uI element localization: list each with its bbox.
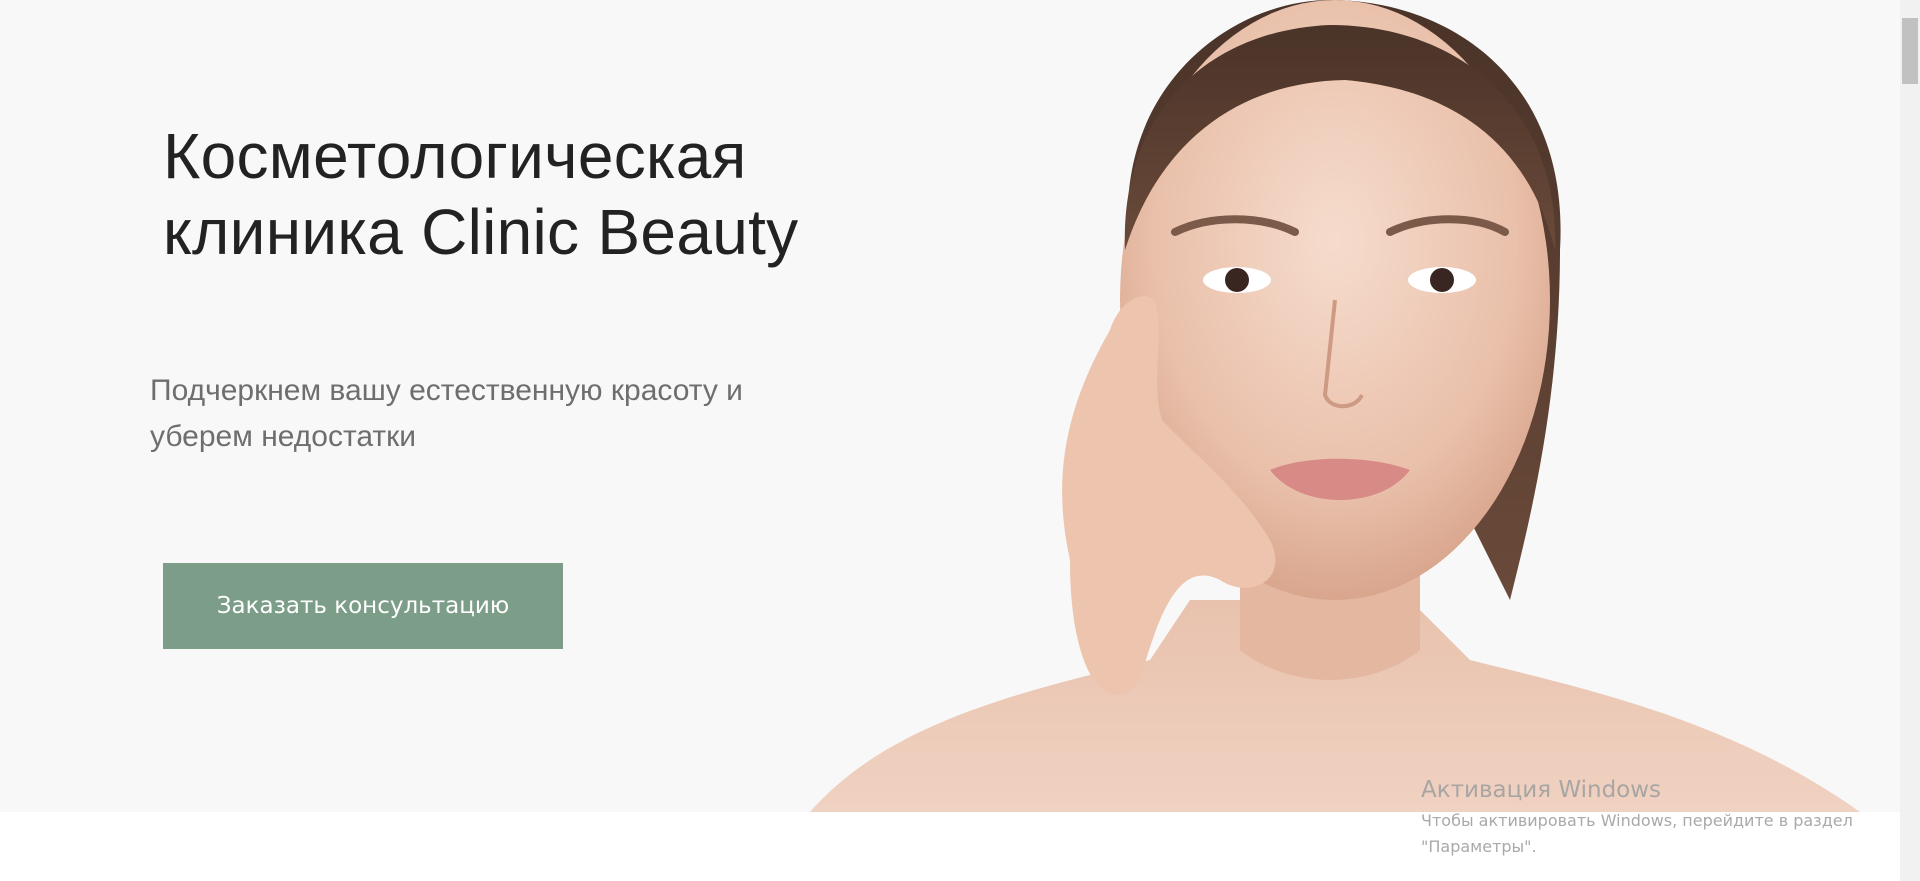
hero-portrait-image [770, 0, 1900, 812]
hero-subtitle: Подчеркнем вашу естественную красоту и у… [150, 368, 810, 460]
order-consultation-button[interactable]: Заказать консультацию [163, 563, 563, 649]
hero-title-line-1: Косметологическая [163, 120, 747, 192]
hero-subtitle-line-1: Подчеркнем вашу естественную красоту и [150, 374, 743, 407]
hero-title: Косметологическая клиника Clinic Beauty [163, 118, 863, 270]
hero-section: Косметологическая клиника Clinic Beauty … [0, 0, 1900, 812]
next-section [0, 812, 1900, 881]
order-consultation-label: Заказать консультацию [216, 593, 510, 619]
hero-title-line-2: клиника Clinic Beauty [163, 196, 799, 268]
scrollbar-thumb[interactable] [1902, 18, 1918, 84]
page: Косметологическая клиника Clinic Beauty … [0, 0, 1920, 881]
hero-subtitle-line-2: уберем недостатки [150, 420, 417, 453]
vertical-scrollbar[interactable] [1900, 0, 1920, 881]
